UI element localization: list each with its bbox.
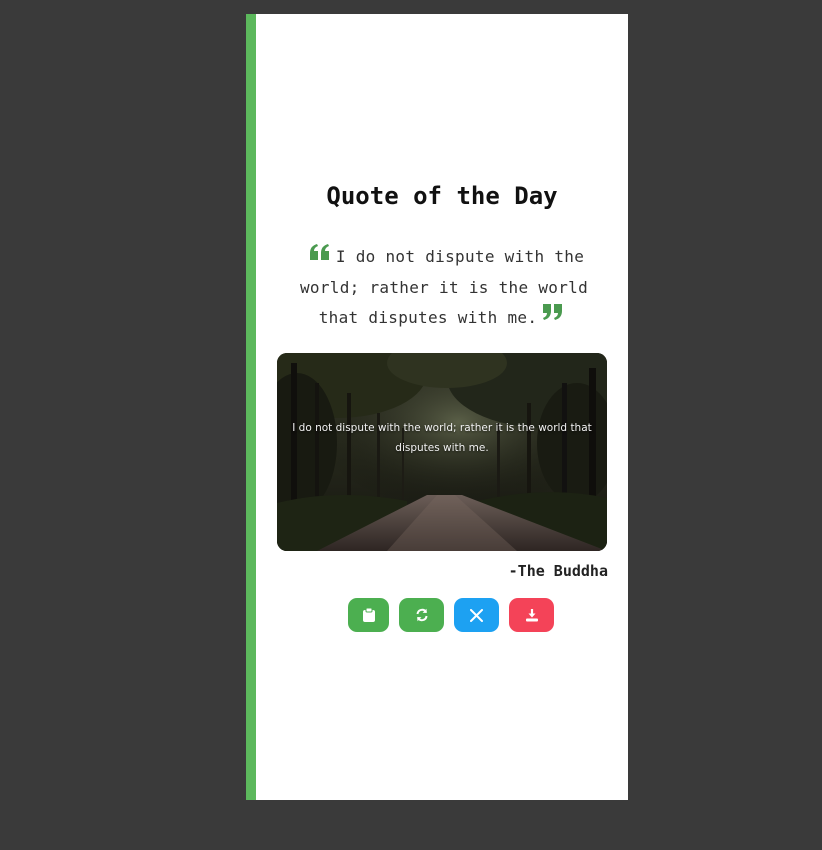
image-caption: I do not dispute with the world; rather … [292,422,592,454]
quote-author: -The Buddha [508,562,608,580]
quote-block: I do not dispute with the world; rather … [280,242,608,333]
download-icon [525,608,539,622]
new-quote-button[interactable] [399,598,444,632]
refresh-icon [415,608,429,622]
copy-button[interactable] [348,598,389,632]
quote-image: I do not dispute with the world; rather … [277,353,607,551]
open-quote-icon [309,240,330,270]
tweet-button[interactable] [454,598,499,632]
quote-card: Quote of the Day I do not dispute with t… [246,14,628,800]
action-buttons [348,598,554,632]
page-title: Quote of the Day [326,182,558,210]
x-logo-icon [470,608,483,622]
close-quote-icon [543,300,563,330]
download-button[interactable] [509,598,554,632]
clipboard-icon [362,608,375,622]
